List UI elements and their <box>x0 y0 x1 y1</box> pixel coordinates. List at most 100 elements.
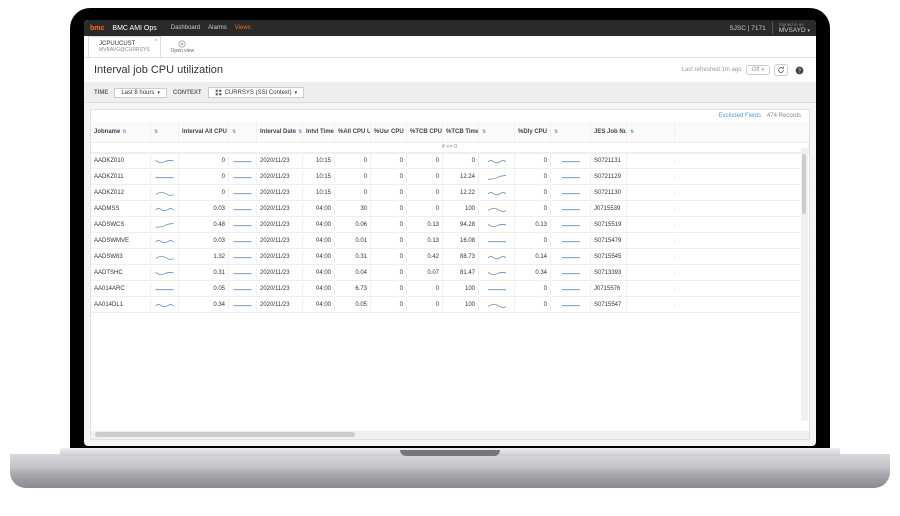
context-select[interactable]: CURRSYS (SSI Context)▾ <box>208 87 305 98</box>
help-button[interactable]: ? <box>792 64 806 76</box>
close-icon[interactable]: × <box>154 38 158 44</box>
cell-time: 04:00 <box>303 219 335 231</box>
cell-end <box>627 286 675 292</box>
nav-alarms[interactable]: Alarms <box>208 25 227 31</box>
cell-allsec: 0 <box>179 171 229 183</box>
cell-allsec: 0.48 <box>179 219 229 231</box>
table-row[interactable]: AADKZ01202020/11/2310:1500012.220S072113… <box>91 185 809 201</box>
table-row[interactable]: AADSWMVE0.032020/11/2304:000.0100.1316.0… <box>91 233 809 249</box>
last-refreshed-label: Last refreshed 1m ago <box>682 67 742 73</box>
main-nav: Dashboard Alarms Views <box>171 25 251 31</box>
cell-tcb: 0.07 <box>407 267 443 279</box>
cell-end <box>627 302 675 308</box>
cell-spark <box>551 267 591 279</box>
col-date[interactable]: Interval Date⇅ <box>257 122 303 142</box>
table-row[interactable]: AADMSS0.032020/11/2304:0030001000J071553… <box>91 201 809 217</box>
table-row[interactable]: AA014DL10.342020/11/2304:000.05001000S07… <box>91 297 809 313</box>
cell-tcb: 0.42 <box>407 251 443 263</box>
cell-spark <box>479 299 515 311</box>
cell-all: 0.05 <box>335 299 371 311</box>
table-row[interactable]: AADKZ01102020/11/2310:1500012.240S072112… <box>91 169 809 185</box>
cell-spark <box>551 251 591 263</box>
cell-allsec: 0.05 <box>179 283 229 295</box>
sort-icon: ⇅ <box>122 129 126 135</box>
table-row[interactable]: AADKZ01002020/11/2310:1500000S0721131 <box>91 153 809 169</box>
cell-jobname: AADKZ010 <box>91 155 151 167</box>
nav-dashboard[interactable]: Dashboard <box>171 25 200 31</box>
cell-jes: S0721131 <box>591 155 627 167</box>
table-row[interactable]: AA014ARC0.052020/11/2304:006.73001000J07… <box>91 281 809 297</box>
svg-text:?: ? <box>798 68 801 74</box>
cell-allsec: 0 <box>179 155 229 167</box>
cell-tcb: 0 <box>407 155 443 167</box>
cell-jes: S0715479 <box>591 235 627 247</box>
cell-spark <box>229 219 257 231</box>
cell-spark <box>151 219 179 231</box>
cell-spark <box>229 155 257 167</box>
cell-date: 2020/11/23 <box>257 283 303 295</box>
col-end[interactable]: ⇅ <box>627 122 675 142</box>
table-row[interactable]: AADSWCS0.482020/11/2304:000.0600.1394.28… <box>91 217 809 233</box>
cell-jobname: AADMSS <box>91 203 151 215</box>
table-row[interactable]: AADSW831.322020/11/2304:000.3100.4288.73… <box>91 249 809 265</box>
cell-spark <box>551 235 591 247</box>
cell-jes: S0721129 <box>591 171 627 183</box>
cell-end <box>627 190 675 196</box>
cell-usr: 0 <box>371 155 407 167</box>
cell-jobname: AADSWCS <box>91 219 151 231</box>
col-jobname[interactable]: Jobname⇅ <box>91 122 151 142</box>
col-spark2[interactable]: ⇅ <box>229 122 257 142</box>
tab-subtitle: MVBAVG@CURRSYS <box>99 47 150 53</box>
cell-spark <box>551 283 591 295</box>
cell-jes: S0715547 <box>591 299 627 311</box>
col-jes[interactable]: JES Job Number⇅ <box>591 122 627 142</box>
col-tcbcpu[interactable]: %TCB CPU⇅ <box>407 122 443 142</box>
col-allcpu[interactable]: %All CPU U⇅ <box>335 122 371 142</box>
nav-views[interactable]: Views <box>235 25 251 31</box>
col-allcpusec[interactable]: Interval All CPU Sec 0 _______ 60 <box>179 122 229 142</box>
time-select[interactable]: Last 8 hours▾ <box>114 88 167 98</box>
cell-spark <box>551 203 591 215</box>
cell-all: 0.04 <box>335 267 371 279</box>
view-tab[interactable]: JCPUUCUST MVBAVG@CURRSYS × <box>88 36 161 57</box>
cell-tcbt: 88.73 <box>443 251 479 263</box>
cell-date: 2020/11/23 <box>257 219 303 231</box>
cell-tcbt: 12.22 <box>443 187 479 199</box>
context-label: CONTEXT <box>173 90 202 96</box>
cell-spark <box>229 267 257 279</box>
vertical-scrollbar[interactable] <box>801 148 808 421</box>
col-usrcpu[interactable]: %Usr CPU⇅ <box>371 122 407 142</box>
open-view-button[interactable]: Open view <box>165 40 201 54</box>
cell-dly: 0 <box>515 299 551 311</box>
cell-all: 0.06 <box>335 219 371 231</box>
cell-spark <box>229 203 257 215</box>
cell-jobname: AADTSHC <box>91 267 151 279</box>
cell-time: 10:15 <box>303 155 335 167</box>
table-row[interactable]: AADTSHC0.312020/11/2304:000.0400.0781.47… <box>91 265 809 281</box>
cell-tcbt: 0 <box>443 155 479 167</box>
col-tcbtime[interactable]: %TCB Time⇅ <box>443 122 479 142</box>
refresh-button[interactable] <box>774 64 788 76</box>
user-menu[interactable]: Signed in as MVSAYD ▾ <box>772 22 810 34</box>
col-spark1[interactable]: ⇅ <box>151 122 179 142</box>
excluded-fields-link[interactable]: Excluded Fields <box>719 113 761 119</box>
cell-spark <box>479 155 515 167</box>
cell-spark <box>151 251 179 263</box>
cell-allsec: 0.03 <box>179 203 229 215</box>
col-spark4[interactable]: ⇅ <box>551 122 591 142</box>
cell-spark <box>479 251 515 263</box>
cell-tcbt: 16.08 <box>443 235 479 247</box>
col-dlycpu[interactable]: %Dly CPU⇅ <box>515 122 551 142</box>
cell-time: 04:00 <box>303 267 335 279</box>
cell-end <box>627 222 675 228</box>
col-spark3[interactable]: ⇅ <box>479 122 515 142</box>
cell-spark <box>479 171 515 183</box>
cell-allsec: 0.31 <box>179 267 229 279</box>
auto-refresh-toggle[interactable]: Off▾ <box>746 65 770 75</box>
cell-time: 04:00 <box>303 283 335 295</box>
cell-spark <box>551 187 591 199</box>
cell-spark <box>229 235 257 247</box>
horizontal-scrollbar[interactable] <box>91 431 809 439</box>
cell-jes: S0715545 <box>591 251 627 263</box>
col-time[interactable]: Intvl Time⇅ <box>303 122 335 142</box>
